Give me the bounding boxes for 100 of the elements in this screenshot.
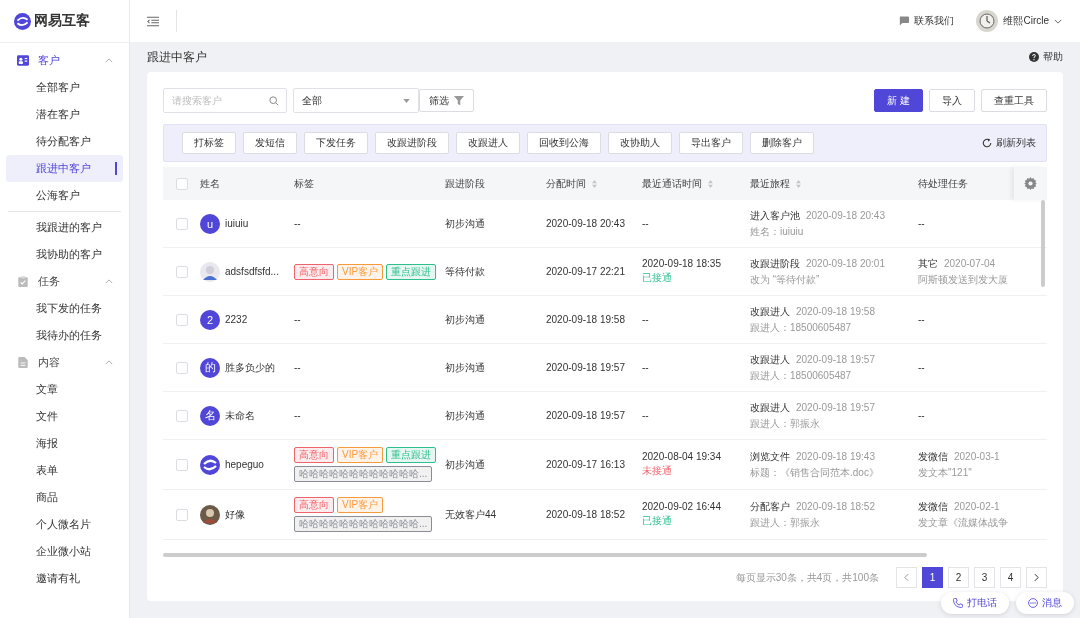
- chevron-left-icon: [904, 573, 909, 582]
- call-time: 2020-08-04 19:34: [642, 451, 721, 462]
- column-header[interactable]: 姓名: [200, 176, 220, 191]
- empty-value: --: [294, 410, 301, 421]
- customer-name[interactable]: 2232: [225, 314, 248, 325]
- journey-title: 改跟进阶段: [750, 256, 800, 271]
- select-dropdown[interactable]: 全部: [293, 88, 419, 113]
- empty-value: --: [918, 410, 925, 421]
- filter-button[interactable]: 筛选: [419, 89, 474, 112]
- nav-item[interactable]: 公海客户: [6, 182, 123, 209]
- checkbox[interactable]: [175, 508, 188, 521]
- caret-icon: [403, 98, 410, 103]
- nav-item[interactable]: 海报: [6, 430, 123, 457]
- help-link[interactable]: 帮助: [1029, 50, 1063, 64]
- empty-value: --: [642, 410, 649, 421]
- settings-icon[interactable]: [1024, 177, 1037, 190]
- prev-page-button[interactable]: [896, 567, 917, 588]
- contact-link[interactable]: 联系我们: [899, 14, 955, 28]
- page-button[interactable]: 1: [922, 567, 943, 588]
- nav-item[interactable]: 跟进中客户: [6, 155, 123, 182]
- column-header[interactable]: 待处理任务: [918, 176, 968, 191]
- nav-item[interactable]: 潜在客户: [6, 101, 123, 128]
- column-header[interactable]: 跟进阶段: [445, 176, 485, 191]
- nav-item[interactable]: 个人微名片: [6, 511, 123, 538]
- avatar: 2: [200, 309, 220, 330]
- page-button[interactable]: 4: [1000, 567, 1021, 588]
- nav-item[interactable]: 商品: [6, 484, 123, 511]
- assign-time: 2020-09-18 19:57: [546, 362, 625, 373]
- journey-detail: 跟进人：18500605487: [750, 368, 852, 383]
- nav-item[interactable]: 全部客户: [6, 74, 123, 101]
- horizontal-scrollbar[interactable]: [163, 553, 927, 557]
- next-page-button[interactable]: [1026, 567, 1047, 588]
- nav-item[interactable]: 表单: [6, 457, 123, 484]
- task-detail: 阿斯顿发送到发大厦: [918, 272, 1008, 287]
- task-title: 发微信: [918, 499, 948, 514]
- customer-name[interactable]: adsfsdfsfd...: [225, 266, 279, 277]
- nav-item[interactable]: 文章: [6, 376, 123, 403]
- nav-group[interactable]: 任务: [6, 268, 123, 295]
- customer-name[interactable]: 胜多负少的: [225, 360, 275, 375]
- sort-icon[interactable]: [592, 179, 597, 188]
- toolbar-button[interactable]: 导出客户: [679, 132, 743, 154]
- column-header[interactable]: 最近通话时间: [642, 176, 713, 191]
- checkbox[interactable]: [175, 409, 188, 422]
- sort-icon[interactable]: [708, 179, 713, 188]
- task-title: 其它: [918, 256, 938, 271]
- customer-name[interactable]: 未命名: [225, 408, 255, 423]
- column-header[interactable]: 分配时间: [546, 176, 597, 191]
- empty-value: --: [918, 362, 925, 373]
- toolbar-button[interactable]: 打标签: [182, 132, 236, 154]
- nav-item[interactable]: 待分配客户: [6, 128, 123, 155]
- checkbox[interactable]: [175, 265, 188, 278]
- nav-group[interactable]: 客户: [6, 47, 123, 74]
- journey-time: 2020-09-18 20:43: [806, 209, 885, 221]
- sort-icon[interactable]: [796, 179, 801, 188]
- customer-name[interactable]: iuiuiu: [225, 218, 249, 229]
- nav-group[interactable]: 内容: [6, 349, 123, 376]
- assign-time: 2020-09-18 20:43: [546, 218, 625, 229]
- toolbar-button[interactable]: 删除客户: [750, 132, 814, 154]
- journey-detail: 标题：《销售合同范本.doc》: [750, 465, 879, 480]
- message-button[interactable]: 消息: [1016, 592, 1074, 614]
- chevron-icon: [105, 58, 113, 63]
- call-status: 已接通: [642, 271, 672, 285]
- nav-item[interactable]: 邀请有礼: [6, 565, 123, 592]
- customer-name[interactable]: hepeguo: [225, 459, 264, 470]
- refresh-link[interactable]: 刷新列表: [982, 136, 1036, 150]
- nav-item[interactable]: 文件: [6, 403, 123, 430]
- checkbox[interactable]: [175, 458, 188, 471]
- nav-item[interactable]: 我待办的任务: [6, 322, 123, 349]
- action-button[interactable]: 新 建: [874, 89, 923, 112]
- toolbar-button[interactable]: 下发任务: [304, 132, 368, 154]
- checkbox[interactable]: [175, 313, 188, 326]
- customer-name[interactable]: 好像: [225, 507, 245, 522]
- menu-icon[interactable]: [147, 15, 159, 27]
- toolbar-button[interactable]: 改跟进人: [456, 132, 520, 154]
- nav-item[interactable]: 企业微小站: [6, 538, 123, 565]
- column-header[interactable]: 标签: [294, 176, 314, 191]
- task-detail: 发文章《流媒体战争: [918, 515, 1008, 530]
- nav-item[interactable]: 我协助的客户: [6, 241, 123, 268]
- search-field[interactable]: 请搜索客户: [163, 88, 287, 113]
- page-button[interactable]: 2: [948, 567, 969, 588]
- chat-bubble-icon: [1028, 598, 1038, 608]
- nav-item[interactable]: 我跟进的客户: [6, 214, 123, 241]
- journey-title: 改跟进人: [750, 400, 790, 415]
- checkbox[interactable]: [175, 361, 188, 374]
- call-button[interactable]: 打电话: [941, 592, 1009, 614]
- toolbar-button[interactable]: 改协助人: [608, 132, 672, 154]
- nav-item[interactable]: 我下发的任务: [6, 295, 123, 322]
- page-button[interactable]: 3: [974, 567, 995, 588]
- journey-detail: 跟进人：郭振永: [750, 416, 820, 431]
- toolbar-button[interactable]: 改跟进阶段: [375, 132, 449, 154]
- checkbox[interactable]: [175, 177, 188, 190]
- toolbar-button[interactable]: 回收到公海: [527, 132, 601, 154]
- journey-detail: 姓名：iuiuiu: [750, 224, 804, 239]
- checkbox[interactable]: [175, 217, 188, 230]
- action-button[interactable]: 查重工具: [981, 89, 1047, 112]
- column-header[interactable]: 最近旅程: [750, 176, 801, 191]
- user-menu[interactable]: 维熙Circle: [976, 10, 1062, 32]
- vertical-scrollbar[interactable]: [1041, 200, 1045, 287]
- toolbar-button[interactable]: 发短信: [243, 132, 297, 154]
- action-button[interactable]: 导入: [929, 89, 975, 112]
